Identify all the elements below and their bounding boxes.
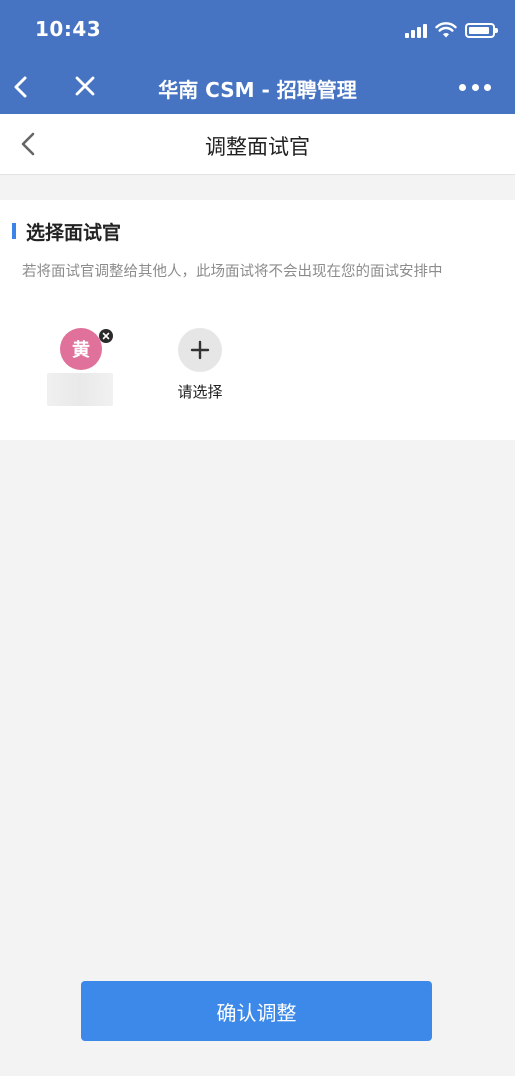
confirm-button[interactable]: 确认调整	[81, 981, 432, 1041]
page-header: 调整面试官	[0, 114, 515, 175]
signal-icon	[405, 22, 427, 38]
remove-icon[interactable]	[99, 329, 113, 343]
section-title: 选择面试官	[26, 222, 122, 244]
battery-icon	[465, 22, 498, 38]
section-accent-bar	[12, 223, 16, 239]
add-interviewer-label: 请选择	[177, 383, 223, 401]
wifi-icon	[435, 22, 457, 38]
more-icon[interactable]	[459, 80, 491, 94]
page-title: 调整面试官	[205, 135, 310, 159]
avatar: 黄	[60, 328, 102, 370]
add-interviewer-button[interactable]	[178, 328, 222, 372]
app: 10:43 华南 CSM - 招聘管理 调整面试官 选择面试官 若将面试官调整给…	[0, 0, 515, 1076]
plus-icon	[190, 340, 210, 360]
nav-title: 华南 CSM - 招聘管理	[158, 78, 357, 102]
interviewer-name-blurred	[47, 373, 113, 406]
status-icons	[405, 20, 498, 40]
section-hint: 若将面试官调整给其他人，此场面试将不会出现在您的面试安排中	[22, 264, 443, 280]
status-time: 10:43	[35, 17, 102, 41]
selected-interviewer: 黄	[47, 328, 113, 408]
top-bar: 10:43 华南 CSM - 招聘管理	[0, 0, 515, 114]
